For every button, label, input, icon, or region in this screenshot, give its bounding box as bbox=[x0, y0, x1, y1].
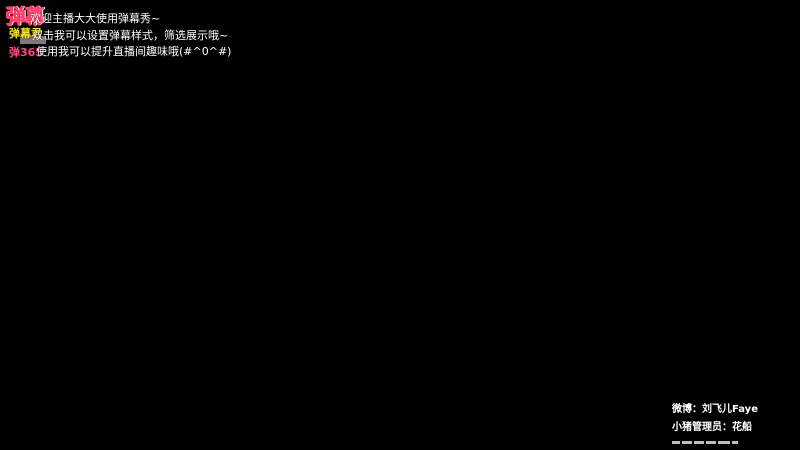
cut-off-text-fragment bbox=[682, 441, 692, 444]
cut-off-text-fragment bbox=[718, 441, 730, 444]
cut-off-text-fragment bbox=[672, 441, 680, 444]
cut-off-text-fragment bbox=[732, 441, 738, 444]
danmaku-message[interactable]: 使用我可以提升直播间趣味哦(#^0^#) bbox=[36, 45, 231, 59]
cut-off-text-fragment bbox=[706, 441, 716, 444]
weibo-credit: 微博：刘飞儿Faye bbox=[672, 404, 758, 415]
cut-off-credit-line bbox=[672, 441, 788, 446]
danmaku-message[interactable]: 欢迎主播大大使用弹幕秀~ bbox=[30, 12, 160, 26]
video-stream-canvas[interactable]: 弹幕 弹幕君 弹365 欢迎主播大大使用弹幕秀~ 双击我可以设置弹幕样式，筛选展… bbox=[0, 0, 800, 450]
admin-credit: 小猪管理员：花船 bbox=[672, 422, 752, 433]
cut-off-text-fragment bbox=[694, 441, 704, 444]
danmaku-message[interactable]: 双击我可以设置弹幕样式，筛选展示哦~ bbox=[32, 29, 228, 43]
